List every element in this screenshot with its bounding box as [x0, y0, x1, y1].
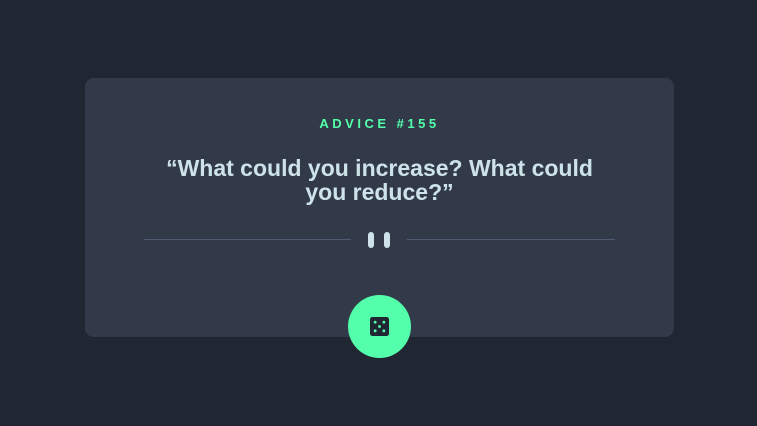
divider-line-left — [144, 239, 351, 240]
pattern-divider — [144, 231, 615, 249]
new-advice-button[interactable] — [348, 295, 411, 358]
advice-id-prefix: ADVICE # — [319, 116, 408, 131]
pause-icon — [368, 232, 390, 248]
advice-id-number: 155 — [407, 116, 440, 131]
divider-line-right — [407, 239, 615, 240]
dice-icon — [370, 317, 389, 336]
advice-quote: “What could you increase? What could you… — [166, 155, 593, 205]
advice-id-heading: ADVICE #155 — [85, 116, 674, 131]
page: ADVICE #155 “What could you increase? Wh… — [0, 0, 757, 426]
